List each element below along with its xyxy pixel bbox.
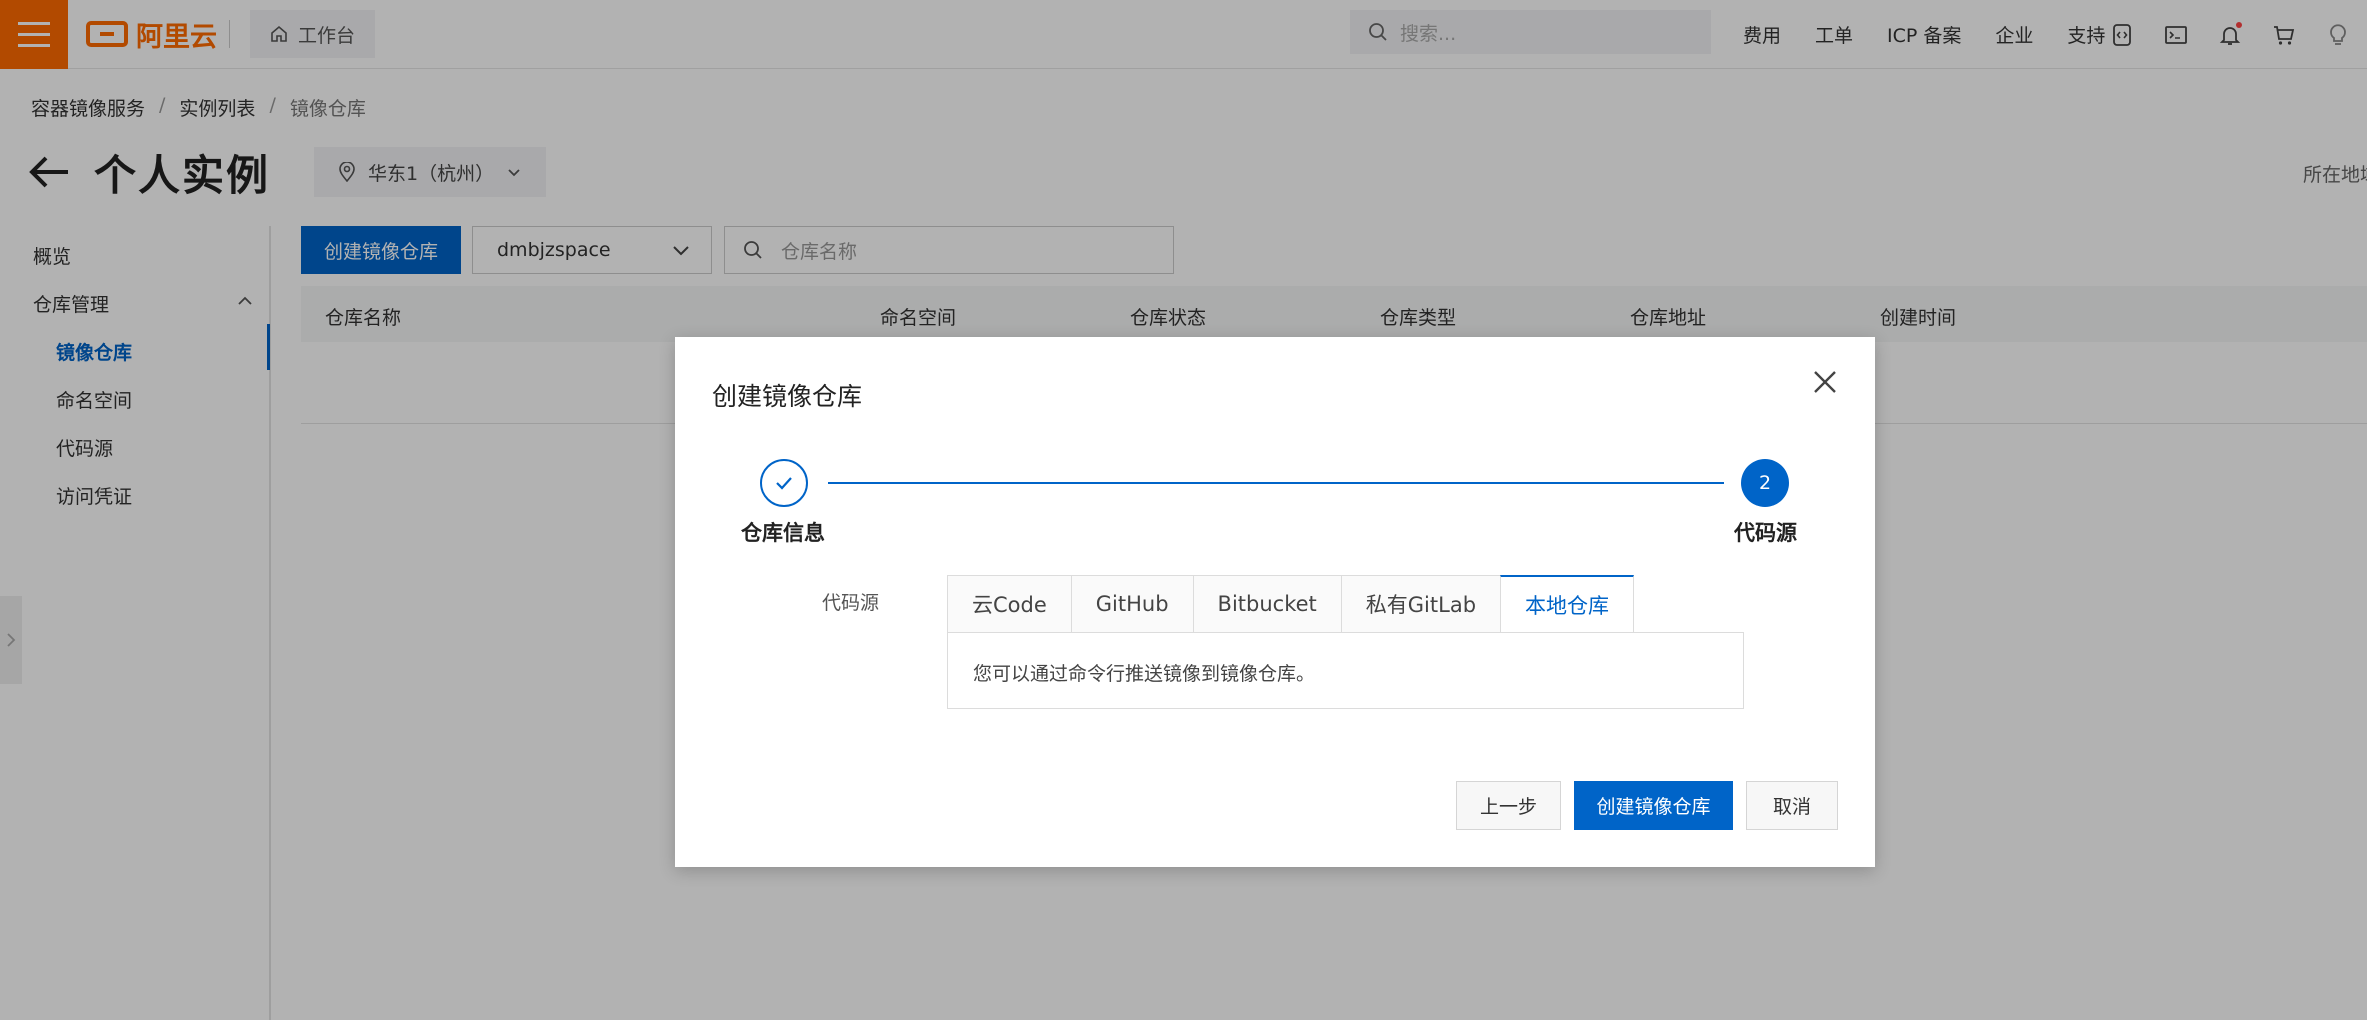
submit-create-button[interactable]: 创建镜像仓库	[1574, 781, 1733, 830]
step-label-code-source: 代码源	[1734, 521, 1797, 545]
create-repo-dialog: 创建镜像仓库 2 仓库信息 代码源 代码源 云Code GitHub Bitbu…	[675, 337, 1875, 867]
step-current-indicator: 2	[1741, 459, 1789, 507]
close-icon[interactable]	[1810, 367, 1840, 397]
tab-local-repo[interactable]: 本地仓库	[1500, 575, 1635, 633]
tab-yun-code[interactable]: 云Code	[947, 575, 1071, 633]
step-done-indicator	[760, 459, 808, 507]
tab-bitbucket[interactable]: Bitbucket	[1192, 575, 1341, 633]
step-connector	[828, 482, 1724, 484]
check-icon	[776, 477, 792, 490]
step-label-repo-info: 仓库信息	[741, 521, 825, 545]
tab-panel: 您可以通过命令行推送镜像到镜像仓库。	[947, 632, 1744, 709]
source-field-label: 代码源	[822, 592, 880, 614]
cancel-button[interactable]: 取消	[1746, 781, 1838, 830]
tab-private-gitlab[interactable]: 私有GitLab	[1340, 575, 1501, 633]
tab-github[interactable]: GitHub	[1070, 575, 1193, 633]
source-tabs: 云Code GitHub Bitbucket 私有GitLab 本地仓库	[947, 575, 1635, 633]
prev-step-button[interactable]: 上一步	[1456, 781, 1561, 830]
dialog-title: 创建镜像仓库	[712, 382, 863, 411]
